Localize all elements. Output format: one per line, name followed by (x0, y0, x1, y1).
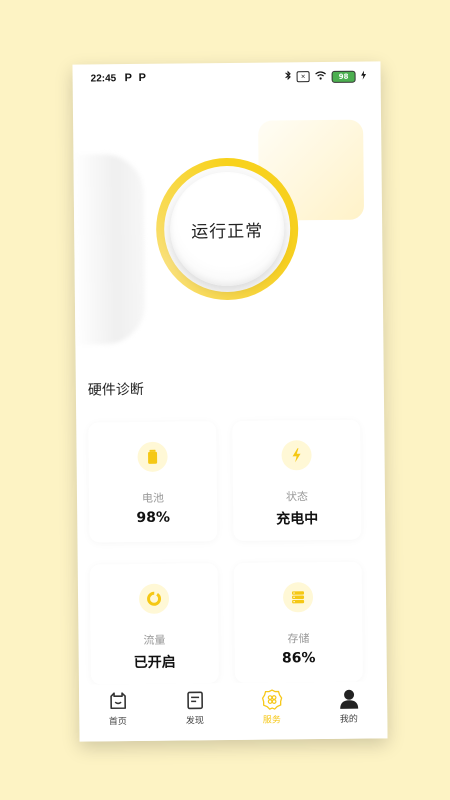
status-time: 22:45 (90, 73, 117, 85)
lightning-icon (281, 440, 312, 471)
tab-bar: 首页 发现 服务 我的 (78, 681, 388, 742)
home-icon (109, 692, 126, 710)
traffic-card[interactable]: 流量 已开启 (89, 563, 219, 685)
state-card[interactable]: 状态 充电中 (232, 419, 362, 541)
card-value: 86% (281, 650, 316, 667)
status-bar: 22:45 P P × 98 (72, 61, 380, 92)
phone-screen: 22:45 P P × 98 运行正常 硬件诊断 电池 98% 状态 充电中 流… (72, 61, 388, 742)
tab-label: 发现 (185, 716, 204, 727)
notification-p-icon: P (124, 72, 133, 85)
status-text: 运行正常 (191, 221, 264, 242)
storage-card[interactable]: 存储 86% (233, 561, 363, 683)
tab-home[interactable]: 首页 (88, 690, 148, 728)
card-label: 流量 (143, 633, 166, 647)
tab-label: 我的 (339, 714, 358, 725)
battery-icon (137, 441, 168, 472)
tab-profile[interactable]: 我的 (319, 687, 379, 725)
tab-service[interactable]: 服务 (242, 688, 302, 726)
status-button[interactable]: 运行正常 (169, 171, 285, 287)
battery-card[interactable]: 电池 98% (88, 421, 218, 543)
sim-icon: × (296, 71, 310, 83)
card-value: 充电中 (276, 511, 319, 528)
service-icon (261, 689, 282, 710)
tab-label: 首页 (108, 717, 127, 728)
bluetooth-icon (285, 70, 292, 83)
battery-indicator: 98 (331, 70, 356, 83)
tab-discover[interactable]: 发现 (165, 689, 225, 727)
section-title: 硬件诊断 (87, 381, 144, 399)
profile-icon (339, 689, 358, 709)
card-value: 已开启 (133, 654, 176, 672)
storage-icon (282, 582, 314, 613)
status-ring: 运行正常 (155, 157, 299, 301)
status-icons: × 98 (285, 70, 367, 84)
card-label: 存储 (287, 632, 310, 646)
card-value: 98% (136, 509, 171, 526)
tab-label: 服务 (262, 715, 281, 726)
wifi-icon (315, 70, 327, 82)
hero-decoration-left (73, 153, 146, 345)
discover-icon (186, 691, 203, 710)
notification-p-icon: P (138, 71, 147, 84)
card-label: 电池 (141, 491, 165, 505)
card-label: 状态 (285, 490, 309, 504)
charging-icon (361, 70, 367, 82)
donut-icon (138, 583, 170, 614)
